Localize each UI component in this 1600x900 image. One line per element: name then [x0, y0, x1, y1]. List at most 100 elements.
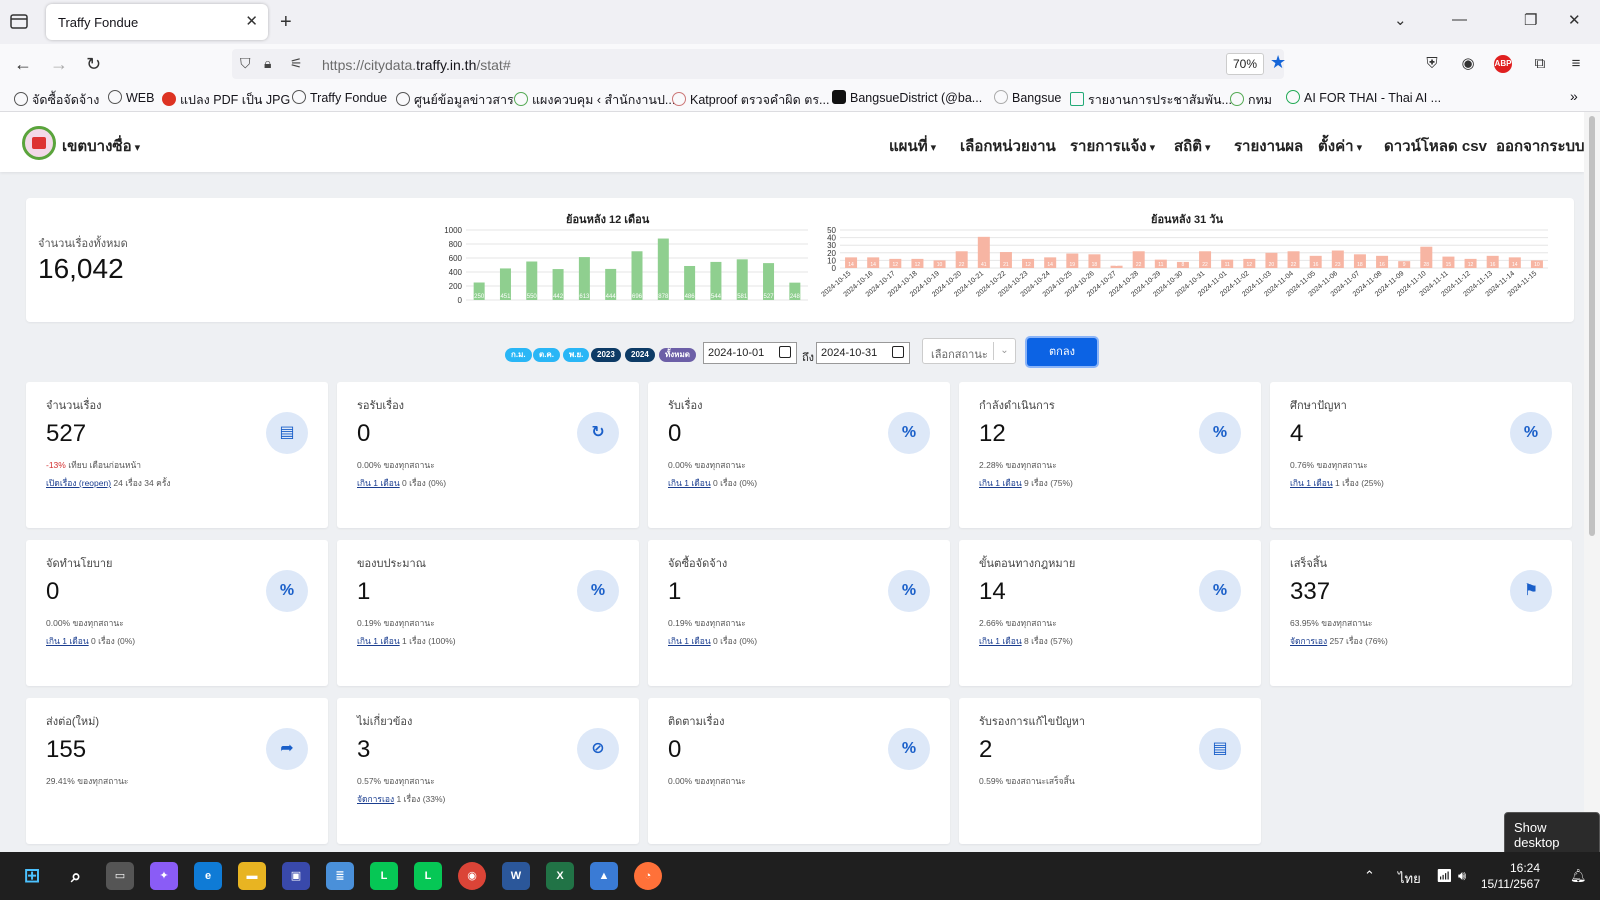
- photos-icon[interactable]: ▲: [590, 862, 618, 890]
- more-bookmarks-icon[interactable]: »: [1570, 88, 1578, 104]
- card-link[interactable]: จัดการเอง: [1290, 636, 1327, 646]
- new-tab-icon[interactable]: +: [280, 10, 292, 34]
- lock-icon[interactable]: 🔒︎: [264, 55, 271, 72]
- status-select[interactable]: เลือกสถานะ ⌄: [922, 338, 1016, 364]
- filter-pill[interactable]: ทั้งหมด: [659, 348, 696, 362]
- menu-results[interactable]: รายงานผล: [1234, 134, 1303, 158]
- extensions-icon[interactable]: ⧉: [1530, 54, 1550, 74]
- card-link[interactable]: เกิน 1 เดือน: [979, 478, 1022, 488]
- account-icon[interactable]: ◉: [1458, 54, 1478, 74]
- url-bar[interactable]: ⛉ 🔒︎ ⚟ https://citydata.traffy.in.th/sta…: [232, 49, 1286, 79]
- card-link[interactable]: เกิน 1 เดือน: [668, 636, 711, 646]
- card-link[interactable]: เกิน 1 เดือน: [979, 636, 1022, 646]
- chrome-icon[interactable]: ◉: [458, 862, 486, 890]
- status-card[interactable]: จัดทำนโยบาย 0 0.00% ของทุกสถานะ เกิน 1 เดือ…: [26, 540, 328, 686]
- line-icon[interactable]: L: [370, 862, 398, 890]
- date-from-input[interactable]: 2024-10-01: [703, 342, 797, 364]
- zoom-level[interactable]: 70%: [1226, 53, 1265, 75]
- close-tab-icon[interactable]: ✕: [245, 12, 258, 30]
- ok-button[interactable]: ตกลง: [1027, 338, 1097, 366]
- wifi-icon[interactable]: 📶︎: [1436, 868, 1453, 884]
- status-card[interactable]: รับเรื่อง 0 0.00% ของทุกสถานะ เกิน 1 เดือน …: [648, 382, 950, 528]
- status-card[interactable]: จำนวนเรื่อง 527 -13% เทียบ เดือนก่อนหน้า เป…: [26, 382, 328, 528]
- filter-pill[interactable]: ต.ค.: [533, 348, 560, 362]
- card-link[interactable]: เกิน 1 เดือน: [668, 478, 711, 488]
- store-icon[interactable]: ▣: [282, 862, 310, 890]
- menu-reports-list[interactable]: รายการแจ้ง: [1070, 134, 1155, 158]
- task-view-icon[interactable]: ▭: [106, 862, 134, 890]
- chevron-down-icon[interactable]: ⌄: [993, 342, 1015, 360]
- bookmark-star-icon[interactable]: ★: [1270, 52, 1286, 73]
- bookmark-item[interactable]: Bangsue: [994, 90, 1061, 105]
- bookmark-item[interactable]: Katproof ตรวจคำผิด ตร...: [672, 90, 829, 110]
- bookmark-item[interactable]: รายงานการประชาสัมพัน...: [1070, 90, 1232, 110]
- status-card[interactable]: ไม่เกี่ยวข้อง 3 0.57% ของทุกสถานะ จัดการเอง…: [337, 698, 639, 844]
- card-link[interactable]: เกิน 1 เดือน: [357, 478, 400, 488]
- bookmark-item[interactable]: แปลง PDF เป็น JPG: [162, 90, 290, 110]
- card-link[interactable]: เปิดเรื่อง (reopen): [46, 478, 111, 488]
- copilot-icon[interactable]: ✦: [150, 862, 178, 890]
- back-icon[interactable]: ←: [14, 54, 32, 74]
- status-card[interactable]: ขั้นตอนทางกฎหมาย 14 2.66% ของทุกสถานะ เกิน …: [959, 540, 1261, 686]
- scrollbar-thumb[interactable]: [1589, 116, 1595, 536]
- close-window-icon[interactable]: ✕: [1568, 11, 1581, 29]
- bookmark-item[interactable]: AI FOR THAI - Thai AI ...: [1286, 90, 1441, 105]
- permissions-icon[interactable]: ⚟: [290, 55, 303, 72]
- notification-bell-icon[interactable]: 🔔︎: [1570, 868, 1587, 884]
- adblock-icon[interactable]: ABP: [1494, 55, 1512, 73]
- url-text[interactable]: https://citydata.traffy.in.th/stat#: [322, 57, 511, 73]
- chevron-down-icon[interactable]: ⌄: [1394, 11, 1407, 29]
- bookmark-item[interactable]: กทม: [1230, 90, 1272, 110]
- status-card[interactable]: รอรับเรื่อง 0 0.00% ของทุกสถานะ เกิน 1 เดือ…: [337, 382, 639, 528]
- menu-icon[interactable]: ≡: [1566, 54, 1586, 74]
- language-indicator[interactable]: ไทย: [1398, 868, 1421, 889]
- calendar-icon[interactable]: [779, 346, 791, 358]
- filter-pill[interactable]: ก.ม.: [505, 348, 532, 362]
- excel-icon[interactable]: X: [546, 862, 574, 890]
- restore-icon[interactable]: ❐: [1524, 11, 1537, 29]
- menu-download-csv[interactable]: ดาวน์โหลด csv: [1384, 134, 1487, 158]
- menu-logout[interactable]: ออกจากระบบ: [1496, 134, 1584, 158]
- line-icon[interactable]: L: [414, 862, 442, 890]
- chevron-up-icon[interactable]: ⌃: [1364, 868, 1375, 884]
- shield-icon[interactable]: ⛉: [240, 55, 251, 72]
- status-card[interactable]: เสร็จสิ้น 337 63.95% ของทุกสถานะ จัดการเอง …: [1270, 540, 1572, 686]
- card-link[interactable]: เกิน 1 เดือน: [1290, 478, 1333, 488]
- bookmark-item[interactable]: จัดซื้อจัดจ้าง: [14, 90, 99, 110]
- card-link[interactable]: เกิน 1 เดือน: [357, 636, 400, 646]
- menu-statistics[interactable]: สถิติ: [1174, 134, 1211, 158]
- search-icon[interactable]: ⌕: [62, 862, 90, 890]
- bookmark-item[interactable]: ศูนย์ข้อมูลข่าวสาร: [396, 90, 514, 110]
- date-to-input[interactable]: 2024-10-31: [816, 342, 910, 364]
- reload-icon[interactable]: ↻: [86, 54, 101, 74]
- notepad-icon[interactable]: ≣: [326, 862, 354, 890]
- bookmark-item[interactable]: แผงควบคุม ‹ สำนักงานป...: [514, 90, 675, 110]
- start-icon[interactable]: ⊞: [18, 862, 46, 890]
- status-card[interactable]: ส่งต่อ(ใหม่) 155 29.41% ของทุกสถานะ ➦: [26, 698, 328, 844]
- tab-list-icon[interactable]: [8, 10, 32, 34]
- status-card[interactable]: รับรองการแก้ไขปัญหา 2 0.59% ของสถานะเสร็จส…: [959, 698, 1261, 844]
- word-icon[interactable]: W: [502, 862, 530, 890]
- menu-select-agency[interactable]: เลือกหน่วยงาน: [960, 134, 1056, 158]
- card-link[interactable]: จัดการเอง: [357, 794, 394, 804]
- status-card[interactable]: ของบประมาณ 1 0.19% ของทุกสถานะ เกิน 1 เดือน…: [337, 540, 639, 686]
- minimize-icon[interactable]: —: [1452, 11, 1467, 28]
- card-link[interactable]: เกิน 1 เดือน: [46, 636, 89, 646]
- status-card[interactable]: กำลังดำเนินการ 12 2.28% ของทุกสถานะ เกิน 1 …: [959, 382, 1261, 528]
- filter-pill[interactable]: 2024: [625, 348, 655, 362]
- filter-pill[interactable]: 2023: [591, 348, 621, 362]
- page-scrollbar[interactable]: [1584, 112, 1600, 852]
- filter-pill[interactable]: พ.ย.: [563, 348, 590, 362]
- bookmark-item[interactable]: WEB: [108, 90, 154, 105]
- status-card[interactable]: ศึกษาปัญหา 4 0.76% ของทุกสถานะ เกิน 1 เดือน…: [1270, 382, 1572, 528]
- district-dropdown[interactable]: เขตบางซื่อ: [62, 134, 140, 158]
- forward-icon[interactable]: →: [50, 54, 68, 74]
- pocket-icon[interactable]: ⛨: [1422, 54, 1442, 74]
- menu-settings[interactable]: ตั้งค่า: [1318, 134, 1362, 158]
- bookmark-item[interactable]: BangsueDistrict (@ba...: [832, 90, 982, 105]
- status-card[interactable]: ติดตามเรื่อง 0 0.00% ของทุกสถานะ%: [648, 698, 950, 844]
- clock[interactable]: 16:24 15/11/2567: [1480, 860, 1540, 892]
- calendar-icon[interactable]: [892, 346, 904, 358]
- menu-map[interactable]: แผนที่: [889, 134, 936, 158]
- status-card[interactable]: จัดซื้อจัดจ้าง 1 0.19% ของทุกสถานะ เกิน 1 เ…: [648, 540, 950, 686]
